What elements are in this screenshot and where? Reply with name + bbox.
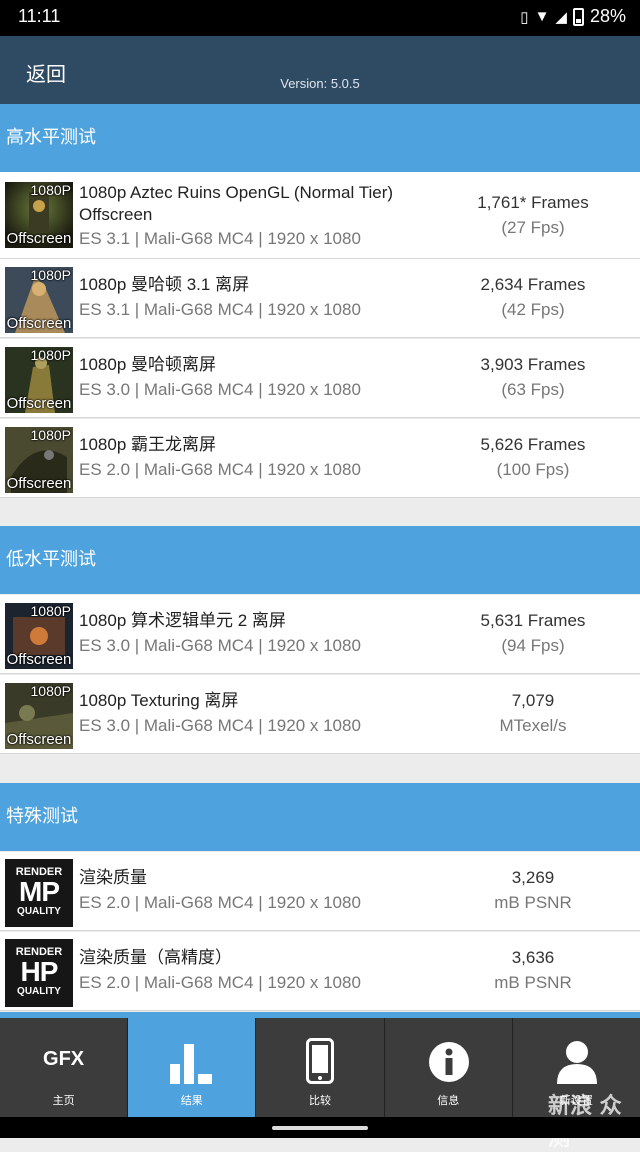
info-icon (428, 1042, 469, 1082)
result-score: 3,636 (511, 948, 555, 967)
result-title: 1080p Aztec Ruins OpenGL (Normal Tier) O… (79, 183, 394, 224)
status-bar: 11:11 ▯ ▼ ◢ 28% (0, 0, 640, 36)
result-title: 1080p 曼哈顿离屏 (79, 355, 216, 374)
nav-info[interactable]: 信息 (385, 1018, 513, 1117)
result-score: 7,079 (511, 691, 555, 710)
thumb-offscreen: Offscreen (6, 395, 72, 412)
nav-results[interactable]: 结果 (128, 1018, 257, 1117)
thumb-resolution: 1080P (30, 427, 71, 443)
result-fps: (94 Fps) (501, 636, 565, 655)
result-subtitle: ES 2.0 | Mali-G68 MC4 | 1920 x 1080 (79, 460, 361, 479)
result-subtitle: ES 3.1 | Mali-G68 MC4 | 1920 x 1080 (79, 229, 361, 248)
result-row[interactable]: 1080P Offscreen 1080p Aztec Ruins OpenGL… (0, 172, 640, 259)
result-subtitle: ES 3.0 | Mali-G68 MC4 | 1920 x 1080 (79, 380, 361, 399)
result-score: 3,903 Frames (480, 355, 586, 374)
app-bar: 返回 Version: 5.0.5 (0, 36, 640, 104)
user-icon (556, 1041, 597, 1084)
home-indicator[interactable] (272, 1126, 368, 1130)
nav-results-label: 结果 (180, 1094, 203, 1107)
result-row[interactable]: 1080P Offscreen 1080p 算术逻辑单元 2 离屏 ES 3.0… (0, 595, 640, 674)
thumb-offscreen: Offscreen (6, 731, 72, 748)
result-subtitle: ES 2.0 | Mali-G68 MC4 | 1920 x 1080 (79, 893, 361, 912)
result-title: 1080p 算术逻辑单元 2 离屏 (79, 611, 286, 630)
result-score: 3,269 (511, 868, 555, 887)
result-title: 1080p Texturing 离屏 (79, 691, 239, 710)
battery-icon (572, 7, 584, 26)
section-low-level: 低水平测试 (0, 526, 640, 594)
version-label: Version: 5.0.5 (280, 76, 360, 91)
section-special: 特殊测试 (0, 783, 640, 851)
benchmark-thumbnail: 1080P Offscreen (5, 267, 73, 333)
wifi-icon: ▼ (534, 8, 550, 25)
result-row[interactable]: 1080P Offscreen 1080p 曼哈顿 3.1 离屏 ES 3.1 … (0, 259, 640, 338)
render-mode: HP (20, 956, 59, 987)
status-time: 11:11 (18, 6, 61, 26)
bar-chart-icon (170, 1044, 213, 1084)
thumb-offscreen: Offscreen (6, 651, 72, 668)
nav-compare[interactable]: 比较 (256, 1018, 385, 1117)
result-unit: mB PSNR (494, 893, 572, 912)
nav-info-label: 信息 (437, 1094, 460, 1107)
benchmark-thumbnail: 1080P Offscreen (5, 683, 73, 749)
nav-home-label: 主页 (52, 1094, 75, 1107)
battery-percent: 28% (589, 6, 626, 26)
result-score: 2,634 Frames (480, 275, 586, 294)
section-high-level: 高水平测试 (0, 104, 640, 172)
result-fps: (100 Fps) (496, 460, 570, 479)
thumb-offscreen: Offscreen (6, 315, 72, 332)
result-fps: (42 Fps) (501, 300, 565, 319)
benchmark-thumbnail: 1080P Offscreen (5, 182, 73, 248)
result-title: 渲染质量（高精度） (79, 948, 232, 967)
result-title: 1080p 霸王龙离屏 (79, 435, 216, 454)
bottom-navigation: GFX 主页 结果 比较 信息 新设置 (0, 1018, 640, 1117)
thumb-resolution: 1080P (30, 683, 71, 699)
result-row[interactable]: RENDER MP QUALITY 渲染质量 ES 2.0 | Mali-G68… (0, 852, 640, 931)
thumb-resolution: 1080P (30, 182, 71, 198)
result-title: 渲染质量 (79, 868, 147, 887)
result-row[interactable]: 1080P Offscreen 1080p 曼哈顿离屏 ES 3.0 | Mal… (0, 339, 640, 418)
result-row[interactable]: 1080P Offscreen 1080p 霸王龙离屏 ES 2.0 | Mal… (0, 419, 640, 498)
quality-label: QUALITY (17, 906, 61, 917)
quality-label: QUALITY (17, 986, 61, 997)
render-mode: MP (19, 876, 60, 907)
result-row[interactable]: 1080P Offscreen 1080p Texturing 离屏 ES 3.… (0, 675, 640, 754)
result-subtitle: ES 3.0 | Mali-G68 MC4 | 1920 x 1080 (79, 636, 361, 655)
nav-home[interactable]: GFX 主页 (0, 1018, 129, 1117)
result-unit: MTexel/s (499, 716, 567, 735)
benchmark-thumbnail: 1080P Offscreen (5, 347, 73, 413)
result-subtitle: ES 3.0 | Mali-G68 MC4 | 1920 x 1080 (79, 716, 361, 735)
result-subtitle: ES 3.1 | Mali-G68 MC4 | 1920 x 1080 (79, 300, 361, 319)
signal-icon: ◢ (555, 8, 567, 26)
result-score: 5,626 Frames (480, 435, 586, 454)
vibrate-icon: ▯ (520, 8, 529, 26)
render-hp-thumbnail: RENDER HP QUALITY (5, 939, 73, 1007)
gfx-logo-icon: GFX (43, 1048, 85, 1070)
thumb-offscreen: Offscreen (6, 475, 72, 492)
system-nav-bar (0, 1117, 640, 1138)
benchmark-thumbnail: 1080P Offscreen (5, 427, 73, 493)
result-subtitle: ES 2.0 | Mali-G68 MC4 | 1920 x 1080 (79, 973, 361, 992)
result-row[interactable]: RENDER HP QUALITY 渲染质量（高精度） ES 2.0 | Mal… (0, 932, 640, 1011)
phone-icon (306, 1038, 335, 1084)
result-fps: (27 Fps) (501, 218, 565, 237)
result-fps: (63 Fps) (501, 380, 565, 399)
nav-compare-label: 比较 (309, 1094, 331, 1107)
benchmark-thumbnail: 1080P Offscreen (5, 603, 73, 669)
result-title: 1080p 曼哈顿 3.1 离屏 (79, 275, 250, 294)
result-unit: mB PSNR (494, 973, 572, 992)
result-score: 5,631 Frames (480, 611, 586, 630)
thumb-offscreen: Offscreen (6, 230, 72, 247)
result-score: 1,761* Frames (477, 193, 589, 212)
thumb-resolution: 1080P (30, 267, 71, 283)
render-mp-thumbnail: RENDER MP QUALITY (5, 859, 73, 927)
thumb-resolution: 1080P (30, 347, 71, 363)
thumb-resolution: 1080P (30, 603, 71, 619)
